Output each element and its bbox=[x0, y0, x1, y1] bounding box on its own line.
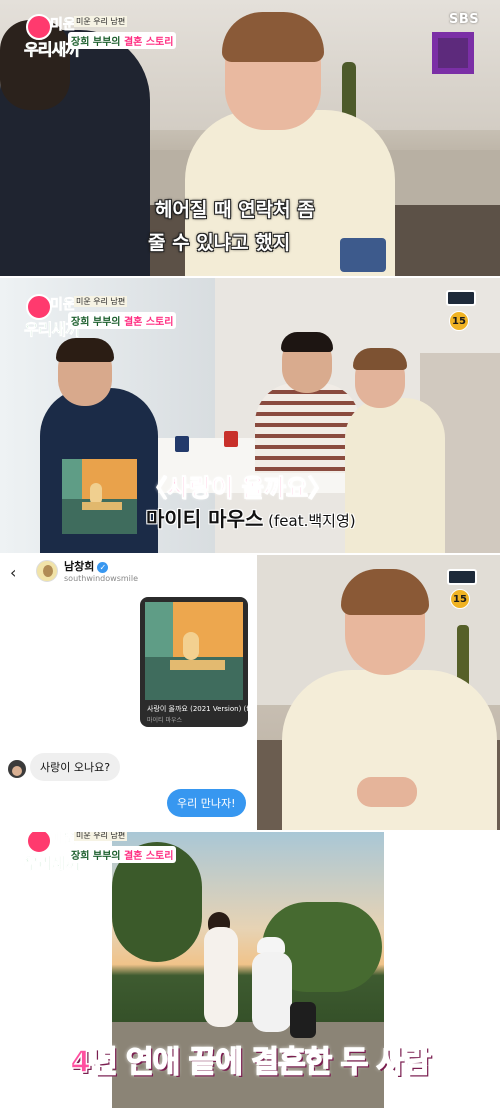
song-title: 〈사랑이 올까요〉 bbox=[143, 474, 333, 503]
show-logo: 미운 우리새끼 미운 우리 남편 장희 부부의 결혼 스토리 bbox=[22, 288, 177, 346]
logo-subtitle-highlight: 결혼 스토리 bbox=[123, 37, 174, 48]
logo-line1: 미운 bbox=[50, 297, 76, 314]
album-art-table bbox=[82, 502, 122, 510]
contact-handle: southwindowsmile bbox=[64, 574, 139, 583]
shared-art-figure bbox=[183, 632, 199, 660]
backpack bbox=[290, 1002, 316, 1038]
logo-subtitle: 장희 부부의 결혼 스토리 bbox=[68, 312, 177, 329]
person-hands bbox=[357, 777, 417, 807]
person-right-body bbox=[345, 398, 445, 553]
back-arrow-icon[interactable]: ‹ bbox=[10, 563, 16, 582]
outgoing-message: 우리 만나자! bbox=[167, 789, 246, 817]
logo-subtitle-highlight: 결혼 스토리 bbox=[123, 317, 174, 328]
verified-badge-icon: ✓ bbox=[97, 561, 109, 573]
man-figure bbox=[252, 952, 292, 1032]
logo-subtitle-name: 장희 부부의 bbox=[71, 851, 121, 862]
scene-panel-4: 15 bbox=[257, 555, 500, 830]
camera-indicator-icon bbox=[447, 569, 477, 585]
logo-subtitle: 장희 부부의 결혼 스토리 bbox=[68, 32, 177, 49]
shared-album-art bbox=[145, 602, 243, 700]
broadcaster-logo: SBS bbox=[449, 12, 480, 27]
closing-caption: 4년 연애 끝에 결혼한 두 사람 bbox=[69, 1044, 431, 1081]
man-cap bbox=[257, 937, 285, 953]
show-logo: 미운 우리새끼 미운 우리 남편 장희 부부의 결혼 스토리 bbox=[22, 8, 177, 66]
incoming-message: 사랑이 오나요? bbox=[30, 753, 121, 781]
caption-line-2: 줄 수 있냐고 했지 bbox=[148, 232, 291, 254]
blue-mug bbox=[340, 238, 386, 272]
logo-line1: 미운 bbox=[50, 17, 76, 34]
person-right-hair bbox=[353, 348, 407, 370]
logo-subtitle-name: 장희 부부의 bbox=[71, 37, 121, 48]
shared-song-title: 사랑이 올까요 (2021 Version) (f bbox=[147, 705, 248, 713]
woman-figure bbox=[204, 927, 238, 1027]
person-middle-hair bbox=[281, 332, 333, 352]
show-logo: 미운 우리새끼 미운 우리 남편 장희 부부의 결혼 스토리 bbox=[22, 832, 177, 880]
navy-cup bbox=[175, 436, 189, 452]
caption-line-1: 헤어질 때 연락처 좀 bbox=[155, 199, 315, 221]
song-featuring: (feat.백지영) bbox=[263, 512, 356, 530]
shared-music-card[interactable]: 사랑이 올까요 (2021 Version) (f 마이티 마우스 bbox=[140, 597, 248, 727]
scene-panel-2: 미운 우리새끼 미운 우리 남편 장희 부부의 결혼 스토리 15 〈사랑이 올… bbox=[0, 278, 500, 553]
logo-small-tag: 미운 우리 남편 bbox=[74, 296, 128, 307]
album-cover bbox=[62, 459, 137, 534]
age-rating-badge: 15 bbox=[449, 311, 469, 331]
camera-indicator-icon bbox=[446, 290, 476, 306]
age-rating-badge: 15 bbox=[450, 589, 470, 609]
logo-subtitle: 장희 부부의 결혼 스토리 bbox=[68, 846, 177, 863]
contact-avatar[interactable] bbox=[36, 560, 58, 582]
song-artist: 마이티 마우스 (feat.백지영) bbox=[146, 503, 356, 532]
logo-subtitle-name: 장희 부부의 bbox=[71, 317, 121, 328]
shared-song-artist: 마이티 마우스 bbox=[147, 717, 183, 724]
scene-panel-1: 미운 우리새끼 미운 우리 남편 장희 부부의 결혼 스토리 SBS 헤어질 때… bbox=[0, 0, 500, 276]
logo-small-tag: 미운 우리 남편 bbox=[74, 832, 128, 841]
scene-panel-5: 미운 우리새끼 미운 우리 남편 장희 부부의 결혼 스토리 4년 연애 끝에 … bbox=[0, 832, 500, 1108]
song-artist-name: 마이티 마우스 bbox=[146, 507, 264, 531]
contact-name-text: 남창희 bbox=[64, 560, 95, 573]
logo-small-tag: 미운 우리 남편 bbox=[74, 16, 128, 27]
red-cup bbox=[224, 431, 238, 447]
logo-subtitle-highlight: 결혼 스토리 bbox=[123, 851, 174, 862]
purple-square-marker bbox=[432, 32, 474, 74]
contact-name[interactable]: 남창희 ✓ bbox=[64, 558, 109, 574]
shared-art-table bbox=[170, 660, 225, 670]
chat-screen: ‹ 남창희 ✓ southwindowsmile 사랑이 올까요 (2021 Ve… bbox=[0, 555, 255, 830]
sender-avatar[interactable] bbox=[8, 760, 26, 778]
